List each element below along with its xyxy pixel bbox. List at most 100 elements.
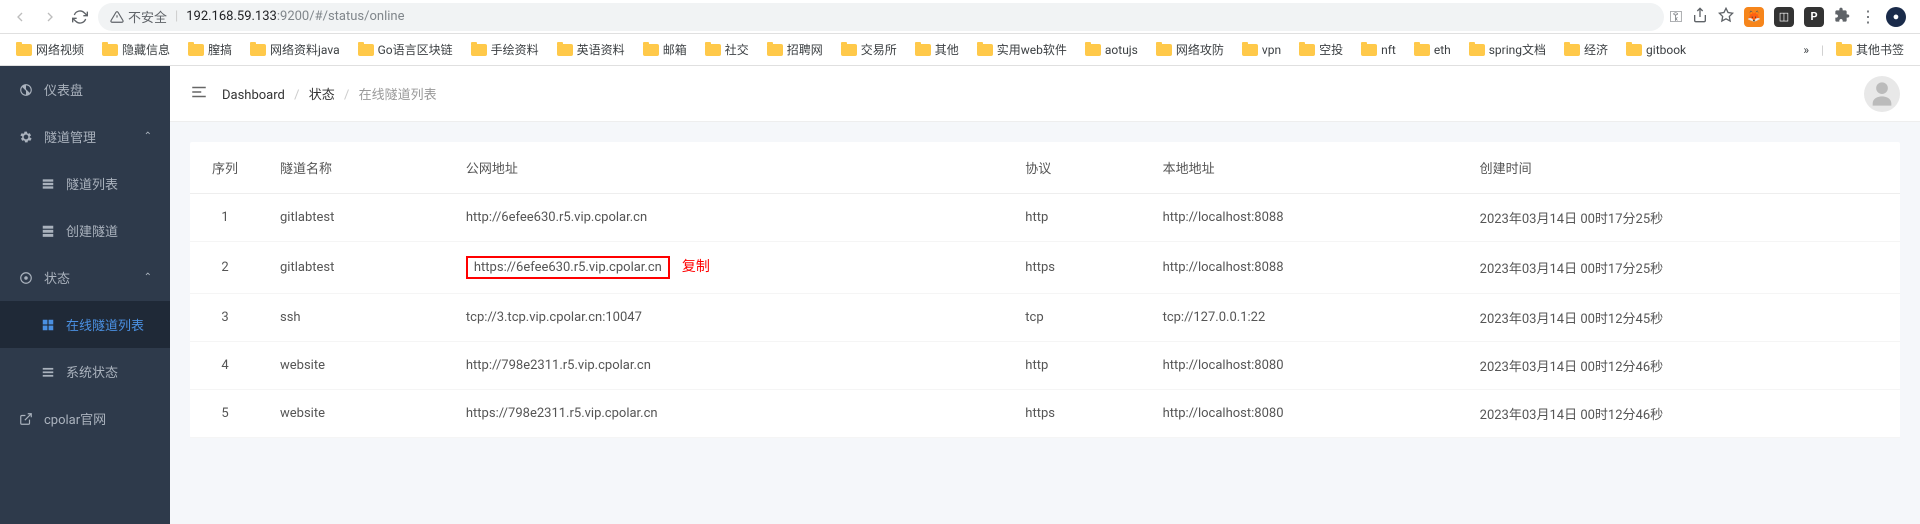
bookmark-item[interactable]: 社交 <box>697 37 757 62</box>
folder-icon <box>643 44 659 56</box>
bookmark-item[interactable]: eth <box>1406 39 1459 61</box>
other-bookmarks[interactable]: 其他书签 <box>1828 37 1912 62</box>
star-icon[interactable] <box>1718 7 1734 27</box>
list-icon <box>40 176 56 192</box>
bookmark-item[interactable]: 经济 <box>1556 37 1616 62</box>
cell-created: 2023年03月14日 00时12分46秒 <box>1460 390 1900 438</box>
hamburger-icon[interactable] <box>190 83 208 105</box>
highlighted-url[interactable]: https://6efee630.r5.vip.cpolar.cn <box>466 256 670 279</box>
cell-public: http://798e2311.r5.vip.cpolar.cn <box>446 342 1005 390</box>
cell-created: 2023年03月14日 00时12分46秒 <box>1460 342 1900 390</box>
breadcrumb: Dashboard / 状态 / 在线隧道列表 <box>222 84 437 103</box>
sidebar: 仪表盘 隧道管理 ⌃ 隧道列表 创建隧道 状态 ⌃ <box>0 66 170 524</box>
bookmark-item[interactable]: 实用web软件 <box>969 37 1075 62</box>
breadcrumb-status[interactable]: 状态 <box>309 88 335 103</box>
public-url[interactable]: tcp://3.tcp.vip.cpolar.cn:10047 <box>466 310 642 325</box>
bookmark-item[interactable]: 交易所 <box>833 37 905 62</box>
sidebar-item-tunnel-mgmt[interactable]: 隧道管理 ⌃ <box>0 113 170 160</box>
menu-icon[interactable]: ⋮ <box>1860 7 1876 26</box>
bookmark-item[interactable]: vpn <box>1234 39 1289 61</box>
bookmark-item[interactable]: 招聘网 <box>759 37 831 62</box>
breadcrumb-current: 在线隧道列表 <box>359 88 437 103</box>
bookmark-label: gitbook <box>1646 43 1686 57</box>
bookmark-item[interactable]: 邮箱 <box>635 37 695 62</box>
bookmark-item[interactable]: 网络视频 <box>8 37 92 62</box>
public-url[interactable]: https://798e2311.r5.vip.cpolar.cn <box>466 406 658 421</box>
cell-public: https://798e2311.r5.vip.cpolar.cn <box>446 390 1005 438</box>
sidebar-item-cpolar-official[interactable]: cpolar官网 <box>0 395 170 442</box>
bookmark-item[interactable]: 空投 <box>1291 37 1351 62</box>
bookmark-item[interactable]: nft <box>1353 39 1404 61</box>
sidebar-item-online-list[interactable]: 在线隧道列表 <box>0 301 170 348</box>
table-row: 2gitlabtesthttps://6efee630.r5.vip.cpola… <box>190 242 1900 294</box>
th-name: 隧道名称 <box>260 142 446 194</box>
ext-icon-cube[interactable]: ◫ <box>1774 7 1794 27</box>
sidebar-tunnel-mgmt-label: 隧道管理 <box>44 127 96 146</box>
insecure-label: 不安全 <box>128 7 167 26</box>
folder-icon <box>102 44 118 56</box>
bookmark-item[interactable]: 膣搞 <box>180 37 240 62</box>
cell-public: https://6efee630.r5.vip.cpolar.cn复制 <box>446 242 1005 294</box>
cell-name: gitlabtest <box>260 242 446 294</box>
cell-public: http://6efee630.r5.vip.cpolar.cn <box>446 194 1005 242</box>
bookmark-item[interactable]: 其他 <box>907 37 967 62</box>
cell-protocol: https <box>1005 242 1142 294</box>
cell-created: 2023年03月14日 00时17分25秒 <box>1460 194 1900 242</box>
profile-avatar[interactable]: ● <box>1886 7 1906 27</box>
bookmark-item[interactable]: Go语言区块链 <box>350 37 461 62</box>
folder-icon <box>16 44 32 56</box>
cell-protocol: http <box>1005 342 1142 390</box>
user-avatar[interactable] <box>1864 76 1900 112</box>
bookmark-item[interactable]: 网络攻防 <box>1148 37 1232 62</box>
th-public: 公网地址 <box>446 142 1005 194</box>
folder-icon <box>1085 44 1101 56</box>
browser-toolbar: 不安全 | 192.168.59.133:9200/#/status/onlin… <box>0 0 1920 34</box>
back-button[interactable] <box>8 5 32 29</box>
tunnel-table: 序列 隧道名称 公网地址 协议 本地地址 创建时间 1gitlabtesthtt… <box>190 142 1900 438</box>
table-row: 3sshtcp://3.tcp.vip.cpolar.cn:10047tcptc… <box>190 294 1900 342</box>
main-content: Dashboard / 状态 / 在线隧道列表 序列 隧道名称 公网地址 <box>170 66 1920 524</box>
folder-icon <box>1242 44 1258 56</box>
sidebar-item-tunnel-list[interactable]: 隧道列表 <box>0 160 170 207</box>
cell-index: 4 <box>190 342 260 390</box>
bookmark-item[interactable]: aotujs <box>1077 39 1146 61</box>
bookmark-item[interactable]: gitbook <box>1618 39 1694 61</box>
sidebar-item-status[interactable]: 状态 ⌃ <box>0 254 170 301</box>
chevron-up-icon: ⌃ <box>144 131 152 142</box>
bookmark-item[interactable]: 手绘资料 <box>463 37 547 62</box>
sidebar-item-create-tunnel[interactable]: 创建隧道 <box>0 207 170 254</box>
share-icon[interactable] <box>1692 7 1708 27</box>
table-row: 5website https://798e2311.r5.vip.cpolar.c… <box>190 390 1900 438</box>
address-bar[interactable]: 不安全 | 192.168.59.133:9200/#/status/onlin… <box>98 3 1664 31</box>
bookmark-label: 网络视频 <box>36 41 84 58</box>
cell-created: 2023年03月14日 00时17分25秒 <box>1460 242 1900 294</box>
ext-icon-p[interactable]: P <box>1804 7 1824 27</box>
folder-icon <box>767 44 783 56</box>
bookmark-label: 隐藏信息 <box>122 41 170 58</box>
reload-button[interactable] <box>68 5 92 29</box>
toolbar-extensions: ⚿ 🦊 ◫ P ⋮ ● <box>1670 7 1912 27</box>
grid-icon <box>40 317 56 333</box>
bookmarks-more[interactable]: » <box>1795 39 1817 61</box>
folder-icon <box>977 44 993 56</box>
extensions-icon[interactable] <box>1834 7 1850 27</box>
sidebar-item-system-status[interactable]: 系统状态 <box>0 348 170 395</box>
key-icon[interactable]: ⚿ <box>1670 7 1682 27</box>
sidebar-cpolar-label: cpolar官网 <box>44 409 106 428</box>
bookmark-item[interactable]: spring文档 <box>1461 37 1554 62</box>
cell-protocol: http <box>1005 194 1142 242</box>
bookmark-item[interactable]: 英语资料 <box>549 37 633 62</box>
bookmark-item[interactable]: 网络资料java <box>242 37 348 62</box>
bookmark-item[interactable]: 隐藏信息 <box>94 37 178 62</box>
cell-public: tcp://3.tcp.vip.cpolar.cn:10047 <box>446 294 1005 342</box>
public-url[interactable]: http://6efee630.r5.vip.cpolar.cn <box>466 210 647 225</box>
cell-name: website <box>260 390 446 438</box>
breadcrumb-dashboard[interactable]: Dashboard <box>222 88 285 103</box>
cell-index: 5 <box>190 390 260 438</box>
th-local: 本地地址 <box>1143 142 1460 194</box>
metamask-icon[interactable]: 🦊 <box>1744 7 1764 27</box>
sidebar-item-dashboard[interactable]: 仪表盘 <box>0 66 170 113</box>
sidebar-status-label: 状态 <box>44 268 70 287</box>
forward-button[interactable] <box>38 5 62 29</box>
public-url[interactable]: http://798e2311.r5.vip.cpolar.cn <box>466 358 651 373</box>
